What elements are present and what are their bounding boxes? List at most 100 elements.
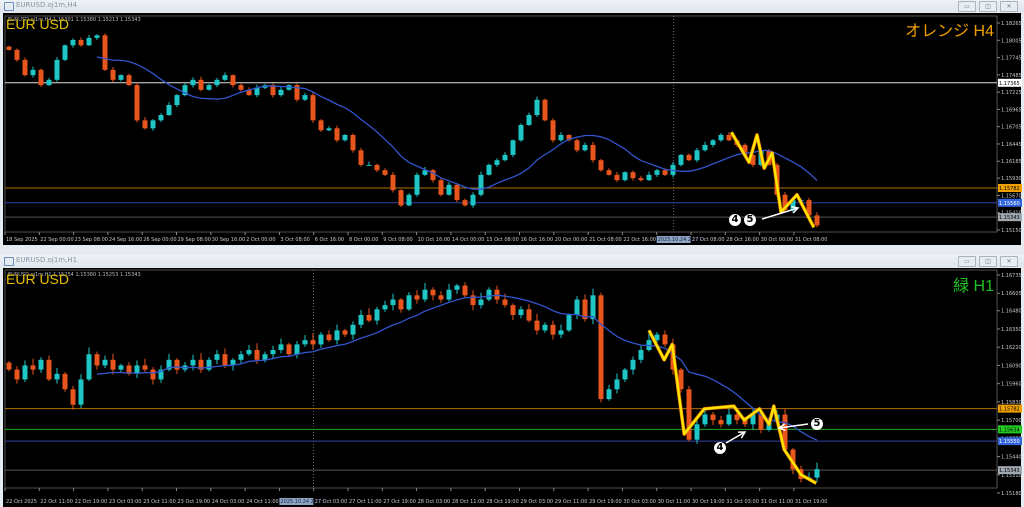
candle-bearish — [46, 359, 52, 380]
candle-bullish — [350, 324, 356, 335]
candle-bearish — [542, 99, 548, 121]
x-tick-label: 8 Oct 00:00 — [349, 237, 378, 243]
candle-bullish — [542, 324, 548, 331]
wave-number-4: 4 — [729, 214, 741, 226]
candle-bullish — [726, 414, 732, 425]
restore-button[interactable]: ◫ — [979, 1, 997, 12]
candle-bullish — [302, 95, 308, 100]
candle-bullish — [94, 35, 100, 38]
candle-bullish — [166, 105, 172, 116]
candle-bearish — [526, 309, 532, 321]
candle-bearish — [550, 120, 556, 141]
y-tick-label: 1.16185 — [1001, 159, 1022, 165]
candle-bullish — [534, 99, 540, 116]
candle-bullish — [206, 359, 212, 370]
x-tick-label: 24 Sep 16:00 — [109, 237, 142, 243]
candle-bullish — [406, 295, 412, 310]
candle-bullish — [638, 350, 644, 360]
x-tick-label: 29 Oct 11:00 — [555, 499, 588, 505]
candle-bullish — [446, 184, 452, 195]
candle-bearish — [382, 170, 388, 175]
y-tick-label: 1.15930 — [1001, 176, 1022, 182]
y-tick-label: 1.17225 — [1001, 90, 1022, 96]
x-tick-label: 23 Oct 03:00 — [109, 499, 142, 505]
y-tick-label: 1.15440 — [1001, 455, 1022, 461]
candle-bearish — [6, 362, 12, 370]
candle-bullish — [702, 144, 708, 151]
candle-bullish — [654, 170, 660, 175]
candle-bearish — [462, 200, 468, 206]
candle-bearish — [454, 184, 460, 201]
candle-bearish — [358, 150, 364, 165]
minimize-button[interactable]: ▭ — [958, 256, 976, 267]
candle-bearish — [510, 305, 516, 315]
candle-bullish — [86, 37, 92, 46]
candle-bullish — [334, 330, 340, 341]
price-label: 1.15634 — [999, 427, 1020, 433]
candle-bullish — [622, 172, 628, 181]
wave-number-4: 4 — [714, 442, 726, 454]
chart-window-icon — [4, 257, 14, 266]
x-tick-label: 24 Oct 11:00 — [246, 499, 279, 505]
h1-chart[interactable]: 1.16735 1.16605 1.16480 1.16350 1.16220 1.160… — [0, 255, 1024, 507]
price-label: 1.15343 — [999, 468, 1020, 474]
window-titlebar[interactable]: EURUSD.oj1m,H4 ▭ ◫ ✕ — [0, 0, 1024, 12]
candle-bullish — [478, 299, 484, 306]
candle-bearish — [814, 215, 820, 226]
candle-bullish — [150, 120, 156, 129]
candle-bearish — [334, 128, 340, 141]
candle-bearish — [150, 369, 156, 380]
candle-bullish — [326, 128, 332, 131]
x-tick-label: 31 Oct 08:00 — [795, 237, 828, 243]
candle-bullish — [262, 354, 268, 360]
candle-bullish — [646, 174, 652, 181]
candle-bearish — [174, 359, 180, 370]
candle-bearish — [390, 174, 396, 191]
candle-bearish — [286, 344, 292, 355]
candle-bullish — [30, 69, 36, 76]
candle-bullish — [478, 174, 484, 195]
minimize-button[interactable]: ▭ — [958, 1, 976, 12]
candle-bullish — [446, 289, 452, 300]
h4-chart[interactable]: 1.18265 1.18005 1.17745 1.17485 1.17225 1.169… — [0, 0, 1024, 255]
candle-bearish — [38, 69, 44, 86]
candle-bullish — [622, 369, 628, 380]
candle-bearish — [718, 420, 724, 425]
price-label: 1.15343 — [999, 215, 1020, 221]
candle-bearish — [598, 160, 604, 171]
candle-bullish — [414, 174, 420, 195]
restore-button[interactable]: ◫ — [979, 256, 997, 267]
chart-window-icon — [4, 2, 14, 11]
candle-bullish — [558, 330, 564, 335]
close-button[interactable]: ✕ — [1000, 1, 1018, 12]
candle-bearish — [494, 289, 500, 300]
y-tick-label: 1.15180 — [1001, 491, 1022, 497]
y-tick-label: 1.16705 — [1001, 125, 1022, 131]
symbol-label: EUR USD — [6, 271, 70, 287]
x-tick-label: 31 Oct 03:00 — [726, 499, 759, 505]
y-tick-label: 1.15150 — [1001, 228, 1022, 234]
window-titlebar[interactable]: EURUSD.oj1m,H1 ▭ ◫ ✕ — [0, 255, 1024, 267]
candle-bullish — [694, 424, 700, 440]
candle-bullish — [422, 289, 428, 300]
candle-bullish — [206, 85, 212, 90]
candle-bearish — [110, 69, 116, 80]
candle-bearish — [574, 140, 580, 151]
candle-bullish — [278, 89, 284, 96]
y-tick-label: 1.17745 — [1001, 56, 1022, 62]
symbol-label: EUR USD — [6, 16, 70, 32]
candle-bearish — [398, 299, 404, 310]
candle-bearish — [502, 299, 508, 306]
candle-bullish — [526, 115, 532, 126]
price-label: 1.15560 — [999, 201, 1020, 207]
chart-window-h1: 1.16735 1.16605 1.16480 1.16350 1.16220 1.160… — [0, 255, 1024, 507]
x-tick-label: 22 Oct 16:00 — [623, 237, 656, 243]
candle-bullish — [614, 379, 620, 390]
candle-bearish — [142, 365, 148, 370]
close-button[interactable]: ✕ — [1000, 256, 1018, 267]
candle-bearish — [142, 120, 148, 129]
x-tick-label: 21 Oct 08:00 — [589, 237, 622, 243]
candle-bullish — [86, 354, 92, 380]
candle-bullish — [318, 334, 324, 345]
candle-bullish — [22, 365, 28, 380]
